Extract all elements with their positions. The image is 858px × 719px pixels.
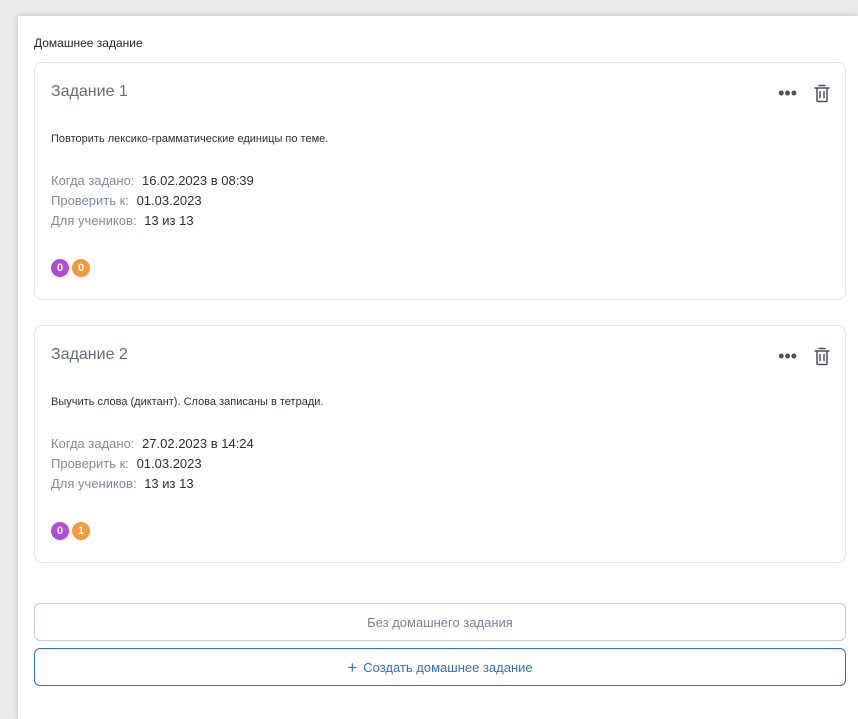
assigned-value: 16.02.2023 в 08:39 [142,173,254,188]
assigned-row: Когда задано: 16.02.2023 в 08:39 [51,171,254,191]
badges: 0 0 [51,259,90,277]
check-value: 01.03.2023 [136,193,202,208]
trash-icon[interactable] [813,83,831,103]
students-value: 13 из 13 [144,476,194,491]
task-meta: Когда задано: 27.02.2023 в 14:24 Провери… [51,434,254,494]
plus-icon: + [347,657,358,677]
trash-icon[interactable] [813,346,831,366]
students-label: Для учеников: [51,476,137,491]
section-title: Домашнее задание [34,36,143,50]
create-homework-label: Создать домашнее задание [363,659,533,675]
students-value: 13 из 13 [144,213,194,228]
assigned-value: 27.02.2023 в 14:24 [142,436,254,451]
students-label: Для учеников: [51,213,137,228]
task-description: Повторить лексико-грамматические единицы… [51,133,329,145]
assigned-label: Когда задано: [51,436,135,451]
more-horizontal-icon[interactable]: ••• [778,347,797,365]
task-card: Задание 1 ••• Повторить лексико-граммати… [34,62,846,300]
create-homework-button[interactable]: + Создать домашнее задание [34,648,846,686]
status-badge-orange[interactable]: 1 [72,522,90,540]
check-row: Проверить к: 01.03.2023 [51,454,254,474]
assigned-label: Когда задано: [51,173,135,188]
more-horizontal-icon[interactable]: ••• [778,84,797,102]
assigned-row: Когда задано: 27.02.2023 в 14:24 [51,434,254,454]
no-homework-button[interactable]: Без домашнего задания [34,603,846,641]
task-meta: Когда задано: 16.02.2023 в 08:39 Провери… [51,171,254,231]
status-badge-purple[interactable]: 0 [51,259,69,277]
students-row: Для учеников: 13 из 13 [51,474,254,494]
card-actions: ••• [778,346,831,366]
check-label: Проверить к: [51,456,129,471]
students-row: Для учеников: 13 из 13 [51,211,254,231]
task-card: Задание 2 ••• Выучить слова (диктант). С… [34,325,846,563]
badges: 0 1 [51,522,90,540]
card-actions: ••• [778,83,831,103]
check-row: Проверить к: 01.03.2023 [51,191,254,211]
task-title: Задание 2 [51,346,128,363]
task-description: Выучить слова (диктант). Слова записаны … [51,396,324,408]
check-value: 01.03.2023 [136,456,202,471]
task-title: Задание 1 [51,83,128,100]
status-badge-purple[interactable]: 0 [51,522,69,540]
status-badge-orange[interactable]: 0 [72,259,90,277]
check-label: Проверить к: [51,193,129,208]
homework-panel: Домашнее задание Задание 1 ••• Повторить… [18,16,858,719]
